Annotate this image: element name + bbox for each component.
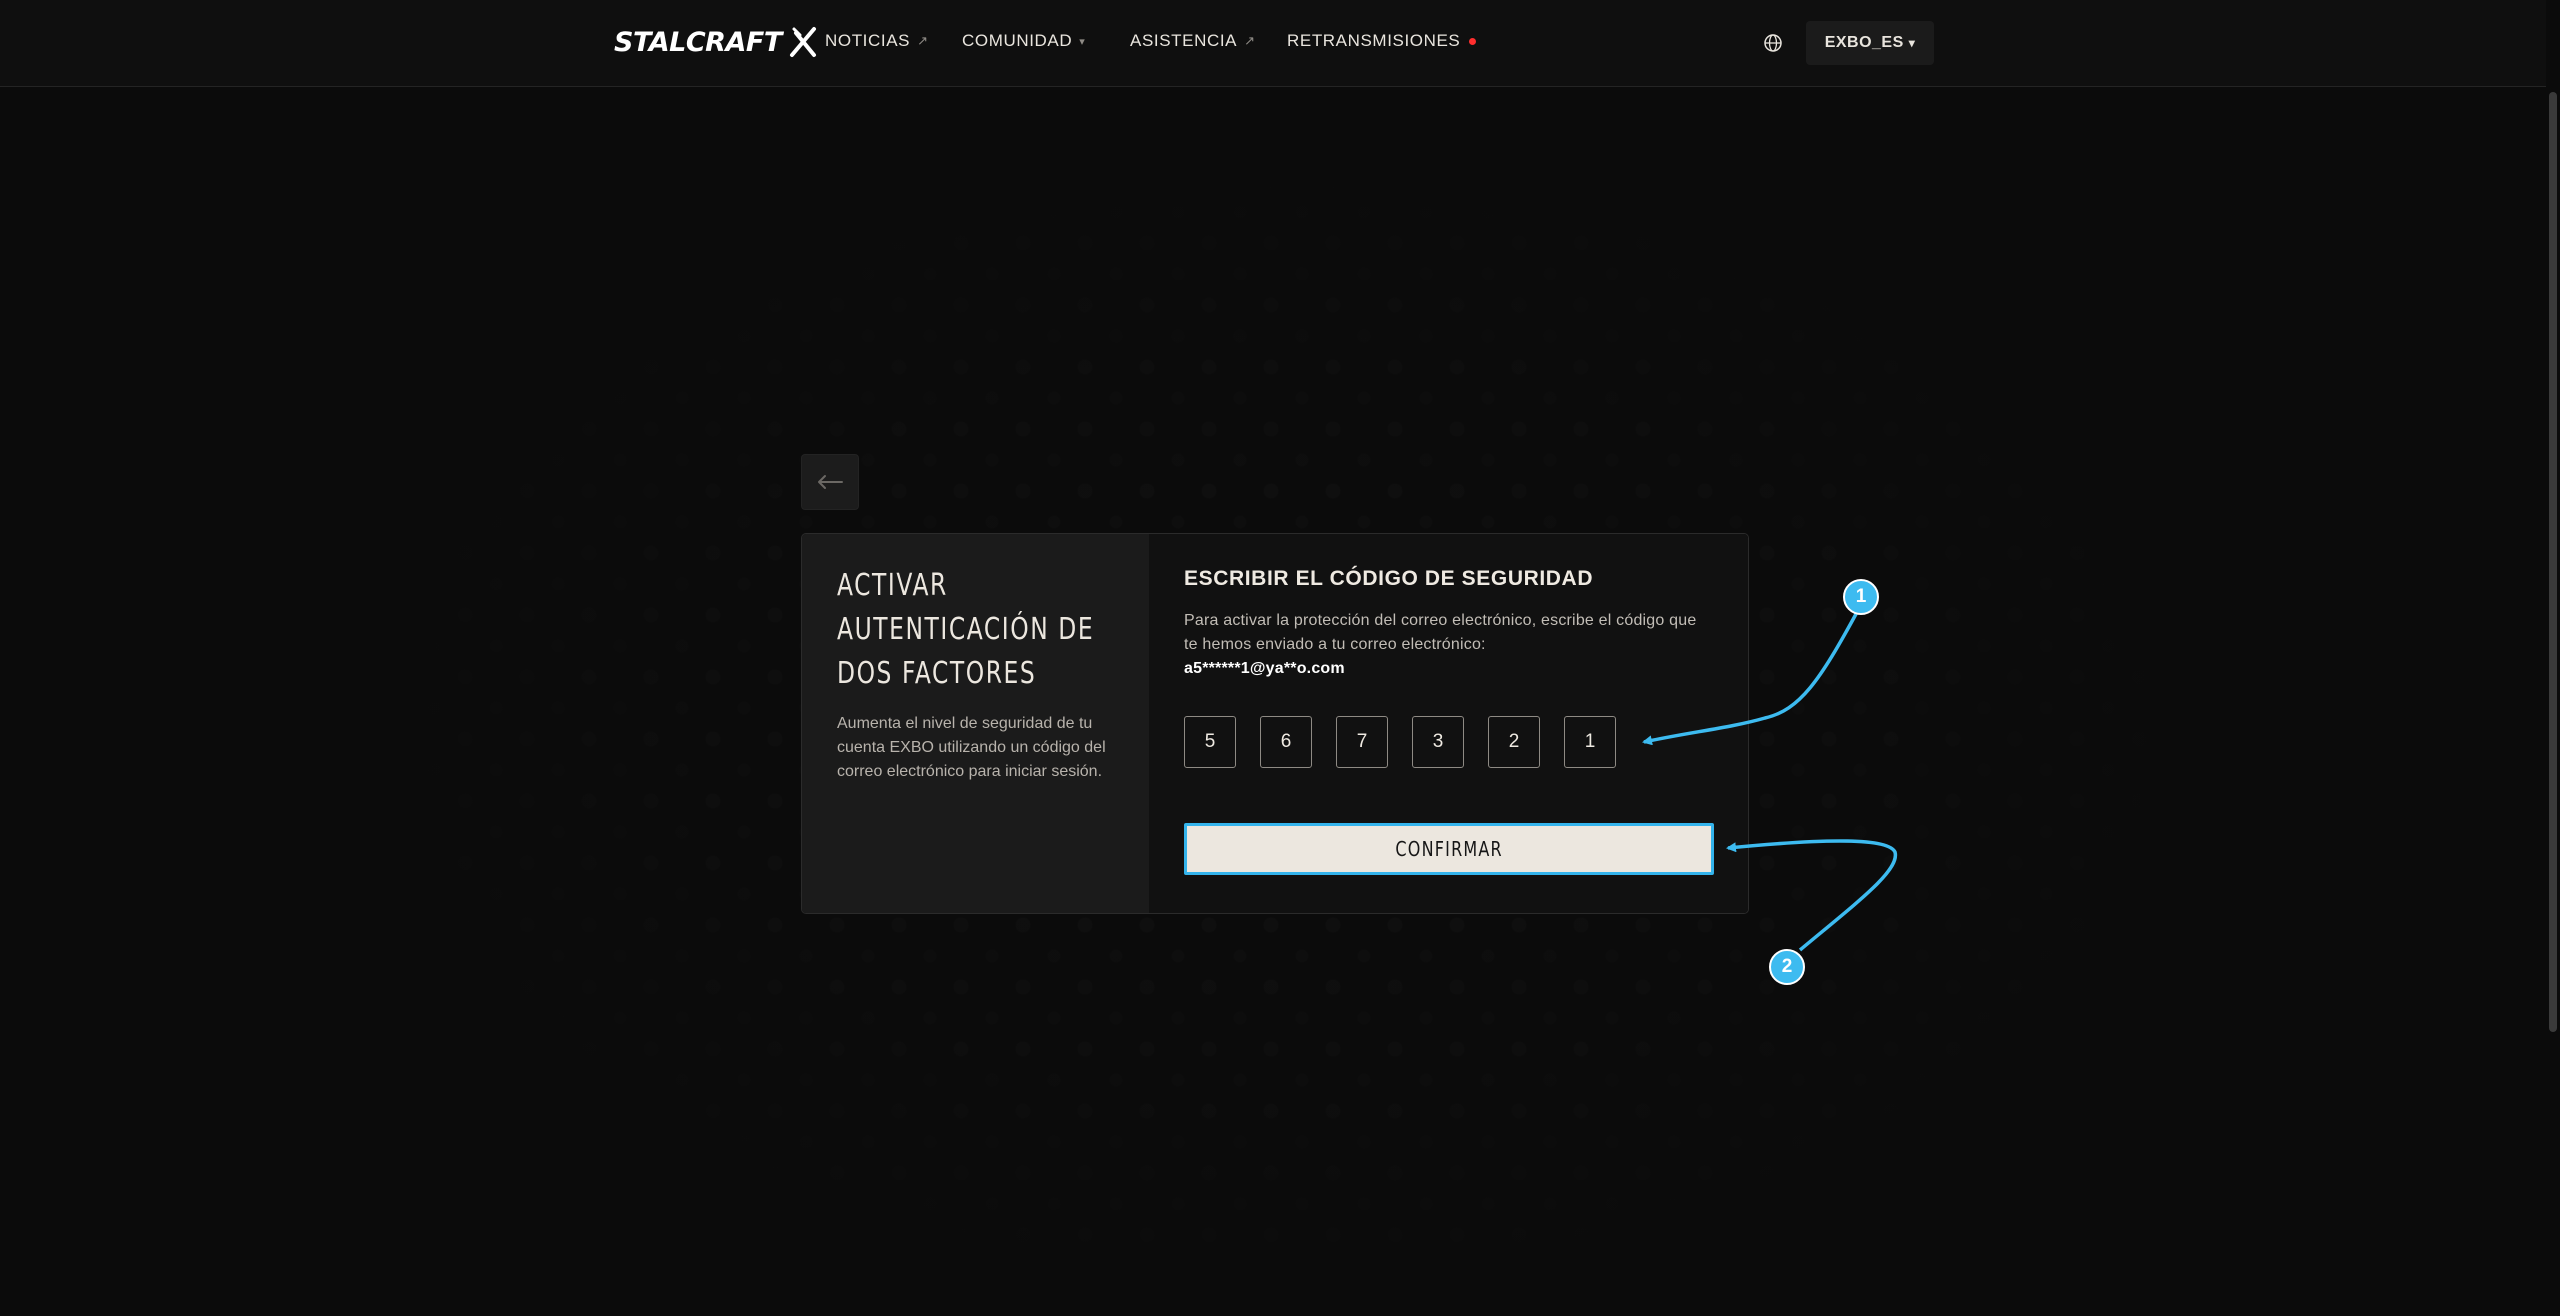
nav-comunidad-label: COMUNIDAD [962, 31, 1073, 50]
stalcraft-logo[interactable]: STALCRAFT [614, 20, 820, 64]
nav-retransmisiones-label: RETRANSMISIONES [1287, 31, 1461, 50]
logo-text: STALCRAFT [614, 26, 782, 58]
page-title: ACTIVAR AUTENTICACIÓN DE DOS FACTORES [837, 564, 1126, 696]
chevron-down-icon: ▾ [1079, 35, 1086, 48]
logo-crossed-knives-icon [789, 27, 816, 57]
live-indicator-icon [1469, 37, 1477, 45]
annotation-badge-2: 2 [1769, 949, 1805, 985]
code-instructions: Para activar la protección del correo el… [1184, 609, 1714, 681]
code-section-title: ESCRIBIR EL CÓDIGO DE SEGURIDAD [1184, 567, 1594, 590]
title-line-1: ACTIVAR [837, 568, 948, 603]
code-digit-input[interactable]: 2 [1488, 716, 1540, 768]
globe-language-icon[interactable] [1763, 33, 1783, 53]
username: EXBO_ES [1824, 34, 1904, 51]
chevron-down-icon: ▾ [1908, 36, 1916, 50]
back-button[interactable] [801, 454, 859, 510]
annotation-badge-1: 1 [1843, 579, 1879, 615]
nav-retransmisiones[interactable]: RETRANSMISIONES [1287, 31, 1477, 51]
nav-asistencia[interactable]: ASISTENCIA ↗ [1130, 31, 1256, 51]
title-line-3: DOS FACTORES [837, 656, 1037, 691]
instructions-text: Para activar la protección del correo el… [1184, 612, 1697, 653]
nav-noticias[interactable]: NOTICIAS ↗ [825, 31, 929, 51]
code-digit-input[interactable]: 7 [1336, 716, 1388, 768]
confirm-button-label: CONFIRMAR [1395, 837, 1503, 861]
code-digit-input[interactable]: 6 [1260, 716, 1312, 768]
intro-description: Aumenta el nivel de seguridad de tu cuen… [837, 715, 1106, 780]
code-digit-input[interactable]: 3 [1412, 716, 1464, 768]
external-link-icon: ↗ [1244, 33, 1256, 48]
user-menu-button[interactable]: EXBO_ES ▾ [1806, 21, 1934, 65]
card-intro-panel: ACTIVAR AUTENTICACIÓN DE DOS FACTORES Au… [802, 534, 1149, 913]
security-code-inputs: 5 6 7 3 2 1 [1184, 716, 1616, 768]
code-entry-panel: ESCRIBIR EL CÓDIGO DE SEGURIDAD Para act… [1149, 534, 1748, 913]
code-digit-input[interactable]: 1 [1564, 716, 1616, 768]
two-factor-card: ACTIVAR AUTENTICACIÓN DE DOS FACTORES Au… [801, 533, 1749, 914]
nav-comunidad[interactable]: COMUNIDAD ▾ [962, 31, 1085, 51]
external-link-icon: ↗ [917, 33, 929, 48]
nav-noticias-label: NOTICIAS [825, 31, 911, 50]
confirm-button[interactable]: CONFIRMAR [1184, 823, 1714, 875]
masked-email: a5******1@ya**o.com [1184, 660, 1345, 677]
arrow-left-icon [818, 475, 843, 489]
nav-asistencia-label: ASISTENCIA [1130, 31, 1238, 50]
page-scrollbar[interactable] [2546, 0, 2560, 1316]
top-header: STALCRAFT NOTICIAS ↗ COMUNIDAD ▾ ASISTEN… [0, 0, 2560, 87]
code-digit-input[interactable]: 5 [1184, 716, 1236, 768]
title-line-2: AUTENTICACIÓN DE [837, 612, 1095, 647]
scrollbar-thumb[interactable] [2549, 92, 2557, 1032]
